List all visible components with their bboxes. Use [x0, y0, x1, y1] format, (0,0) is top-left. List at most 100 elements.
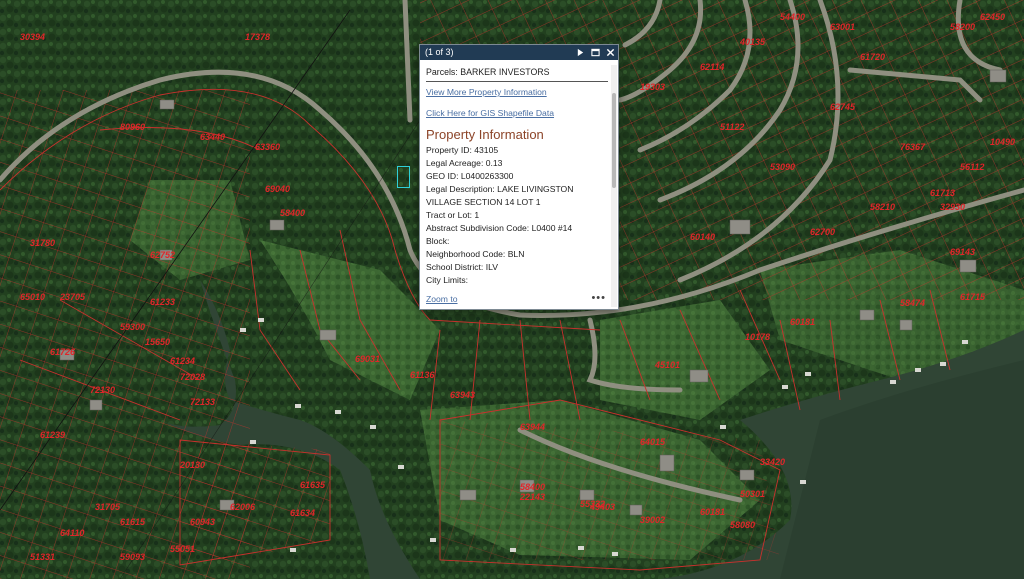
parcel-label: 63001	[830, 22, 855, 32]
selected-parcel-highlight[interactable]	[397, 166, 410, 188]
field-label: Abstract Subdivision Code:	[426, 223, 530, 233]
popup-controls	[576, 45, 615, 60]
parcel-label: 59093	[120, 552, 145, 562]
field-label: School District:	[426, 262, 484, 272]
parcel-label: 53090	[770, 162, 795, 172]
parcel-label: 55051	[170, 544, 195, 554]
parcel-label: 64110	[60, 528, 84, 538]
parcel-label: 58210	[870, 202, 895, 212]
property-popup: (1 of 3) Parcels: BARKER INVESTORS View …	[419, 44, 619, 310]
parcel-label: 19303	[640, 82, 665, 92]
property-field-row: School District: ILV	[426, 261, 608, 274]
parcel-label: 22143	[519, 492, 545, 502]
parcel-label: 61136	[410, 370, 435, 380]
parcel-label: 31780	[30, 238, 55, 248]
parcel-label: 56112	[960, 162, 984, 172]
popup-footer: Zoom to •••	[426, 292, 608, 306]
parcel-label: 61634	[290, 508, 315, 518]
close-icon[interactable]	[606, 48, 615, 57]
property-fields: Property ID: 43105 Legal Acreage: 0.13 GEO…	[426, 144, 608, 287]
scrollbar-thumb[interactable]	[612, 93, 616, 188]
parcel-label: 60943	[190, 517, 215, 527]
parcel-label: 58200	[950, 22, 975, 32]
parcels-title: Parcels: BARKER INVESTORS	[426, 65, 608, 82]
parcel-label: 61635	[300, 480, 326, 490]
parcel-label: 62450	[980, 12, 1005, 22]
parcel-label: 51122	[720, 122, 744, 132]
parcel-label: 69031	[355, 354, 380, 364]
field-label: GEO ID:	[426, 171, 459, 181]
field-label: Property ID:	[426, 145, 472, 155]
parcel-label: 60181	[700, 507, 725, 517]
parcel-label: 63440	[200, 132, 225, 142]
parcel-label: 61720	[860, 52, 885, 62]
property-field-row: Block:	[426, 235, 608, 248]
parcel-label: 60140	[690, 232, 715, 242]
parcel-label: 50301	[740, 489, 765, 499]
parcel-label: 49403	[589, 502, 615, 512]
parcel-label: 63944	[520, 422, 545, 432]
field-label: Block:	[426, 236, 450, 246]
field-value: ILV	[483, 262, 498, 272]
parcel-label: 72133	[190, 397, 215, 407]
maximize-icon[interactable]	[591, 48, 600, 57]
zoom-to-link[interactable]: Zoom to	[426, 294, 458, 304]
parcel-label: 69040	[265, 184, 290, 194]
parcel-label: 15650	[145, 337, 170, 347]
popup-body: Parcels: BARKER INVESTORS View More Prop…	[426, 65, 608, 309]
property-field-row: Property ID: 43105	[426, 144, 608, 157]
property-field-row: Neighborhood Code: BLN	[426, 248, 608, 261]
view-more-link[interactable]: View More Property Information	[426, 87, 608, 97]
parcel-label: 45101	[654, 360, 680, 370]
parcel-label: 62114	[700, 62, 724, 72]
parcel-label: 23705	[59, 292, 86, 302]
parcel-label: 10490	[990, 137, 1015, 147]
parcel-label: 76367	[900, 142, 926, 152]
parcel-label: 60181	[790, 317, 815, 327]
next-icon[interactable]	[576, 48, 585, 57]
parcel-label: 31705	[95, 502, 121, 512]
field-value: L0400 #14	[529, 223, 573, 233]
parcel-label: 69143	[950, 247, 975, 257]
parcel-label: 61615	[120, 517, 146, 527]
parcel-label: 63943	[450, 390, 475, 400]
property-field-row: City Limits:	[426, 274, 608, 287]
field-value: 43105	[471, 145, 499, 155]
parcel-label: 62700	[810, 227, 835, 237]
property-field-row: Abstract Subdivision Code: L0400 #14	[426, 222, 608, 235]
parcel-label: 10178	[745, 332, 770, 342]
parcel-label: 17378	[245, 32, 270, 42]
property-field-row: Legal Description: LAKE LIVINGSTON VILLA…	[426, 183, 608, 209]
parcel-label: 33420	[760, 457, 785, 467]
field-label: Tract or Lot:	[426, 210, 473, 220]
parcel-label: 32930	[940, 202, 965, 212]
parcel-label: 72028	[180, 372, 205, 382]
field-value: 0.13	[483, 158, 503, 168]
property-field-row: Legal Acreage: 0.13	[426, 157, 608, 170]
parcel-label: 59300	[120, 322, 145, 332]
popup-scrollbar[interactable]	[611, 65, 617, 307]
field-value: BLN	[505, 249, 525, 259]
parcel-label: 58400	[280, 208, 305, 218]
parcel-grid	[440, 420, 780, 560]
parcel-label: 39002	[640, 515, 665, 525]
popup-header: (1 of 3)	[420, 45, 618, 60]
parcel-label: 51331	[30, 552, 55, 562]
parcel-label: 62752	[150, 250, 175, 260]
parcel-label: 61234	[170, 356, 195, 366]
property-field-row: Tract or Lot: 1	[426, 209, 608, 222]
parcel-label: 63360	[255, 142, 280, 152]
gis-shapefile-link[interactable]: Click Here for GIS Shapefile Data	[426, 108, 608, 118]
parcel-label: 65010	[20, 292, 45, 302]
ellipsis-icon[interactable]: •••	[591, 292, 606, 304]
parcel-label: 80960	[120, 122, 145, 132]
parcel-label: 61233	[150, 297, 175, 307]
field-label: Legal Description:	[426, 184, 495, 194]
parcel-label: 20130	[179, 460, 205, 470]
parcel-label: 61239	[40, 430, 65, 440]
parcel-label: 61715	[960, 292, 986, 302]
property-field-row: GEO ID: L0400263300	[426, 170, 608, 183]
parcel-label: 58080	[730, 520, 755, 530]
parcel-label: 62006	[230, 502, 256, 512]
section-title: Property Information	[426, 127, 544, 142]
